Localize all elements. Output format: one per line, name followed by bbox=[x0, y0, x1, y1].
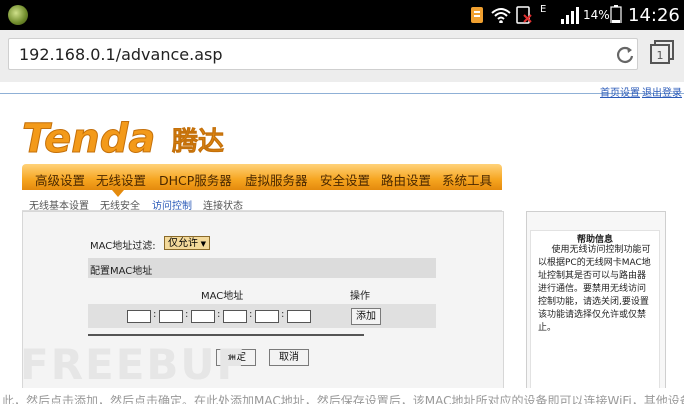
mac-octet-3-input[interactable] bbox=[191, 310, 215, 323]
mac-separator: : bbox=[153, 309, 157, 320]
form-divider bbox=[88, 334, 364, 336]
logout-link[interactable]: 退出登录 bbox=[642, 84, 682, 99]
home-link[interactable]: 首页设置 bbox=[600, 84, 640, 99]
mac-separator: : bbox=[217, 309, 221, 320]
add-mac-button[interactable]: 添加 bbox=[351, 308, 381, 325]
mac-filter-select[interactable]: 仅允许 ▼ bbox=[164, 236, 210, 250]
help-body: 使用无线访问控制功能可以根据PC的无线网卡MAC地址控制其是否可以与路由器进行通… bbox=[538, 245, 651, 333]
url-bar[interactable]: 192.168.0.1/advance.asp bbox=[8, 38, 638, 70]
nav-system-tools[interactable]: 系统工具 bbox=[442, 170, 492, 189]
nav-virtual-server[interactable]: 虚拟服务器 bbox=[245, 170, 308, 189]
svg-text:腾达: 腾达 bbox=[172, 127, 224, 157]
mac-separator: : bbox=[249, 309, 253, 320]
mac-octet-6-input[interactable] bbox=[287, 310, 311, 323]
status-bar: E 14% 14:26 bbox=[0, 0, 684, 30]
caption-strip: 此，然后点击添加，然后点击确定。在此处添加MAC地址，然后保存设置后，该MAC地… bbox=[0, 388, 684, 404]
tabs-icon[interactable]: 1 bbox=[650, 40, 674, 64]
action-column-header: 操作 bbox=[350, 291, 370, 302]
nav-dhcp[interactable]: DHCP服务器 bbox=[159, 170, 232, 189]
no-sim-icon bbox=[516, 6, 532, 24]
watermark: FREEBUF bbox=[20, 340, 248, 389]
mac-column-header: MAC地址 bbox=[201, 291, 244, 302]
router-admin-page: 首页设置 退出登录 Tenda 腾达 高级设置 无线设置 DHCP服务器 虚拟服… bbox=[0, 82, 684, 404]
chevron-down-icon: ▼ bbox=[200, 240, 206, 248]
svg-text:Tenda: Tenda bbox=[22, 116, 155, 160]
network-type-label: E bbox=[540, 4, 547, 15]
mac-separator: : bbox=[185, 309, 189, 320]
reload-icon[interactable] bbox=[615, 45, 635, 65]
config-mac-label: 配置MAC地址 bbox=[90, 266, 153, 277]
config-mac-header: 配置MAC地址 bbox=[88, 258, 436, 278]
battery-icon bbox=[610, 5, 622, 23]
tab-count: 1 bbox=[657, 49, 664, 62]
mac-octet-5-input[interactable] bbox=[255, 310, 279, 323]
url-text[interactable]: 192.168.0.1/advance.asp bbox=[19, 45, 222, 64]
signal-icon bbox=[561, 7, 579, 24]
mac-filter-label: MAC地址过滤: bbox=[90, 241, 156, 252]
notification-icon bbox=[471, 7, 483, 23]
battery-percent: 14% bbox=[583, 8, 610, 22]
nav-routing[interactable]: 路由设置 bbox=[381, 170, 431, 189]
nav-active-pointer bbox=[112, 190, 124, 197]
caption-text: 此，然后点击添加，然后点击确定。在此处添加MAC地址，然后保存设置后，该MAC地… bbox=[2, 394, 684, 404]
nav-advanced[interactable]: 高级设置 bbox=[35, 170, 85, 189]
mac-octet-1-input[interactable] bbox=[127, 310, 151, 323]
browser-toolbar: 192.168.0.1/advance.asp bbox=[0, 30, 684, 83]
mac-octet-2-input[interactable] bbox=[159, 310, 183, 323]
wifi-icon bbox=[491, 8, 511, 23]
cancel-button[interactable]: 取消 bbox=[269, 349, 309, 366]
mac-filter-value: 仅允许 bbox=[168, 238, 198, 249]
mac-octet-4-input[interactable] bbox=[223, 310, 247, 323]
nav-wireless[interactable]: 无线设置 bbox=[96, 170, 146, 189]
app-launcher-icon[interactable] bbox=[8, 5, 28, 25]
tenda-logo: Tenda 腾达 bbox=[22, 116, 224, 160]
nav-security[interactable]: 安全设置 bbox=[320, 170, 370, 189]
clock: 14:26 bbox=[628, 5, 680, 26]
mac-separator: : bbox=[281, 309, 285, 320]
top-divider bbox=[0, 93, 684, 94]
